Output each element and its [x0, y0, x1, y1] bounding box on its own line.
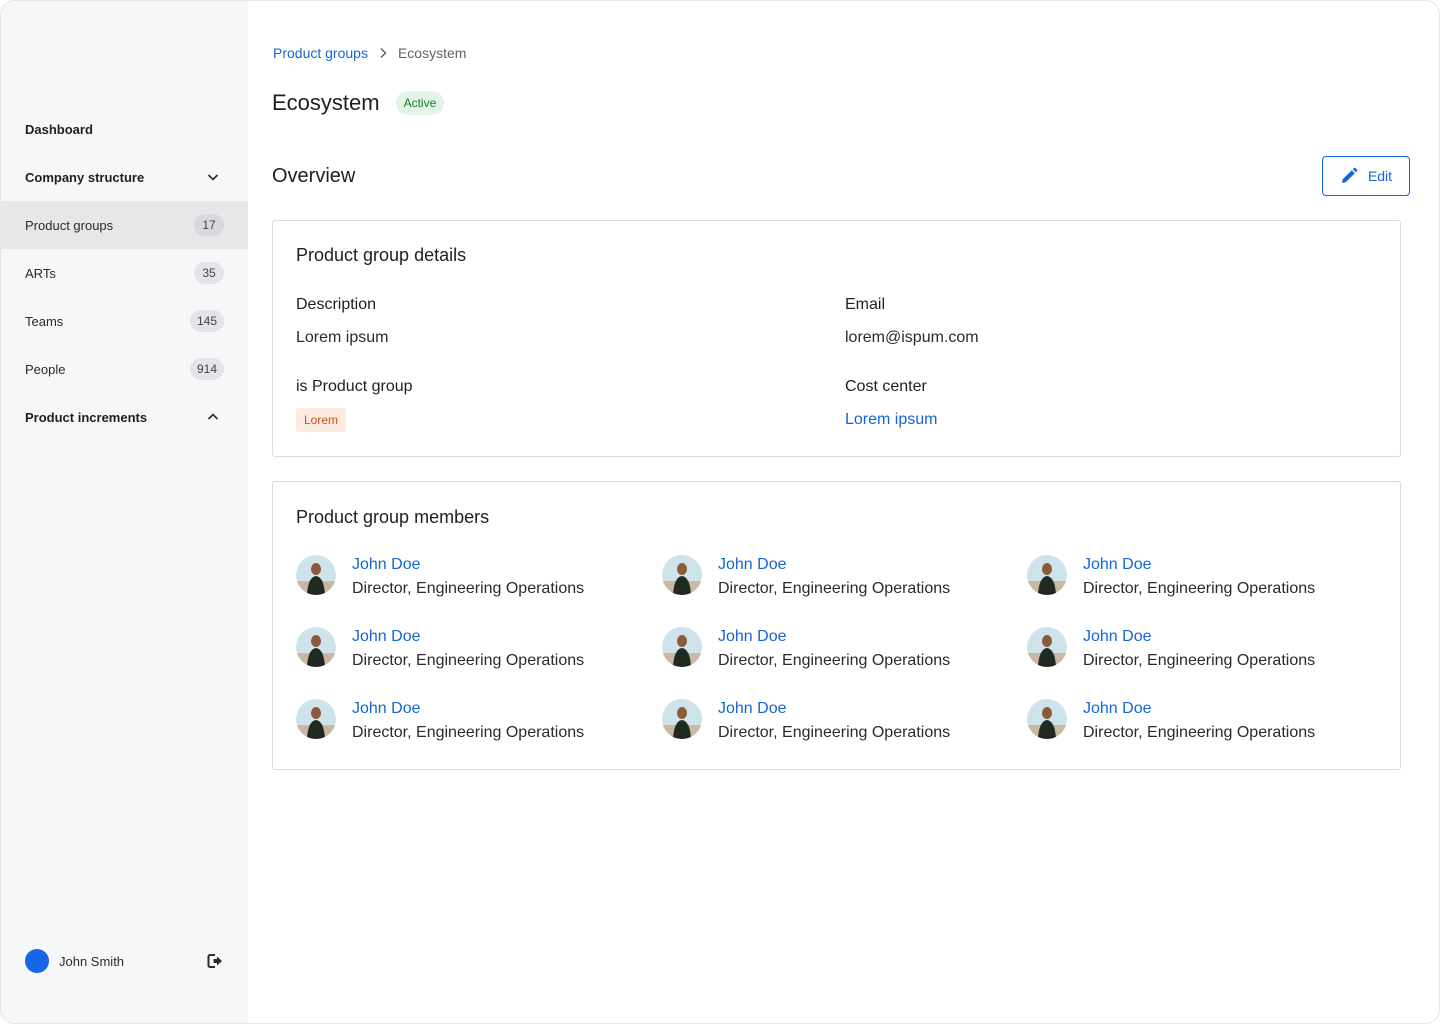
email-value: lorem@ispum.com — [845, 329, 979, 346]
count-badge: 914 — [189, 358, 224, 380]
email-label: Email — [845, 296, 886, 313]
chevron-right-icon — [380, 47, 387, 59]
edit-button[interactable]: Edit — [1322, 156, 1410, 196]
member-text: John Doe Director, Engineering Operations — [352, 627, 584, 675]
description-value: Lorem ipsum — [296, 329, 389, 346]
cost-center-label: Cost center — [845, 378, 927, 395]
avatar — [1027, 627, 1067, 667]
card-title: Product group details — [296, 245, 467, 265]
member-role: Director, Engineering Operations — [718, 652, 951, 669]
member-item: John Doe Director, Engineering Operations — [1027, 699, 1367, 747]
pencil-icon — [1341, 167, 1358, 183]
count-badge: 17 — [194, 214, 224, 236]
sidebar: Dashboard Company structure Product grou… — [1, 1, 248, 1023]
count-badge: 35 — [194, 262, 224, 284]
member-text: John Doe Director, Engineering Operations — [718, 627, 950, 675]
member-role: Director, Engineering Operations — [1083, 724, 1316, 741]
member-role: Director, Engineering Operations — [718, 724, 951, 741]
member-text: John Doe Director, Engineering Operations — [1083, 627, 1315, 675]
sidebar-item-teams[interactable]: Teams 145 — [1, 297, 248, 345]
sidebar-item-label: ARTs — [25, 265, 56, 281]
member-item: John Doe Director, Engineering Operations — [662, 555, 1002, 603]
card-title: Product group members — [296, 507, 490, 527]
member-name-link[interactable]: John Doe — [1083, 699, 1315, 719]
sidebar-item-label: Dashboard — [25, 121, 93, 137]
cost-center-link[interactable]: Lorem ipsum — [845, 411, 937, 429]
logout-icon[interactable] — [206, 952, 224, 970]
member-role: Director, Engineering Operations — [352, 724, 585, 741]
member-name-link[interactable]: John Doe — [352, 555, 584, 575]
member-text: John Doe Director, Engineering Operations — [352, 699, 584, 747]
member-item: John Doe Director, Engineering Operations — [662, 699, 1002, 747]
member-item: John Doe Director, Engineering Operations — [662, 627, 1002, 675]
member-item: John Doe Director, Engineering Operations — [1027, 555, 1367, 603]
member-text: John Doe Director, Engineering Operations — [352, 555, 584, 603]
avatar — [1027, 699, 1067, 739]
sidebar-item-label: Product groups — [25, 217, 114, 233]
member-item: John Doe Director, Engineering Operations — [296, 627, 636, 675]
product-group-details-card: Product group details Description Lorem … — [272, 220, 1401, 457]
overview-title: Overview — [272, 165, 356, 187]
member-role: Director, Engineering Operations — [352, 580, 585, 597]
avatar — [296, 699, 336, 739]
count-badge: 145 — [189, 310, 224, 332]
avatar — [296, 555, 336, 595]
sidebar-item-arts[interactable]: ARTs 35 — [1, 249, 248, 297]
member-name-link[interactable]: John Doe — [352, 699, 584, 719]
member-name-link[interactable]: John Doe — [1083, 555, 1315, 575]
member-text: John Doe Director, Engineering Operations — [718, 555, 950, 603]
member-item: John Doe Director, Engineering Operations — [1027, 627, 1367, 675]
chevron-up-icon[interactable] — [206, 410, 220, 424]
page-header: Ecosystem Active — [272, 89, 445, 117]
is-product-group-label: is Product group — [296, 378, 413, 395]
edit-button-label: Edit — [1367, 168, 1393, 184]
sidebar-item-label: People — [25, 361, 66, 377]
member-role: Director, Engineering Operations — [1083, 652, 1316, 669]
product-group-members-card: Product group members John Doe Director, … — [272, 481, 1401, 770]
member-name-link[interactable]: John Doe — [718, 699, 950, 719]
member-text: John Doe Director, Engineering Operations — [1083, 699, 1315, 747]
page-title: Ecosystem — [272, 90, 380, 115]
member-text: John Doe Director, Engineering Operations — [718, 699, 950, 747]
avatar — [662, 627, 702, 667]
avatar — [662, 699, 702, 739]
member-name-link[interactable]: John Doe — [718, 555, 950, 575]
avatar — [25, 949, 49, 973]
sidebar-item-product-increments[interactable]: Product increments — [1, 393, 248, 441]
member-name-link[interactable]: John Doe — [1083, 627, 1315, 647]
member-role: Director, Engineering Operations — [718, 580, 951, 597]
is-product-group-tag: Lorem — [296, 408, 347, 432]
sidebar-item-dashboard[interactable]: Dashboard — [1, 105, 248, 153]
member-role: Director, Engineering Operations — [352, 652, 585, 669]
member-text: John Doe Director, Engineering Operations — [1083, 555, 1315, 603]
sidebar-item-product-groups[interactable]: Product groups 17 — [1, 201, 248, 249]
member-item: John Doe Director, Engineering Operations — [296, 699, 636, 747]
sidebar-item-label: Teams — [25, 313, 64, 329]
member-item: John Doe Director, Engineering Operations — [296, 555, 636, 603]
chevron-down-icon[interactable] — [206, 170, 220, 184]
sidebar-item-label: Company structure — [25, 169, 145, 185]
breadcrumb-link-product-groups[interactable]: Product groups — [273, 45, 368, 61]
user-profile[interactable]: John Smith — [25, 949, 224, 973]
member-name-link[interactable]: John Doe — [718, 627, 950, 647]
user-name: John Smith — [59, 953, 125, 969]
avatar — [662, 555, 702, 595]
sidebar-item-label: Product increments — [25, 409, 148, 425]
status-badge: Active — [395, 91, 445, 115]
member-name-link[interactable]: John Doe — [352, 627, 584, 647]
avatar — [1027, 555, 1067, 595]
sidebar-item-company-structure[interactable]: Company structure — [1, 153, 248, 201]
app-window: Dashboard Company structure Product grou… — [0, 0, 1440, 1024]
breadcrumb: Product groups Ecosystem — [273, 44, 466, 62]
sidebar-item-people[interactable]: People 914 — [1, 345, 248, 393]
breadcrumb-current: Ecosystem — [397, 45, 467, 61]
member-role: Director, Engineering Operations — [1083, 580, 1316, 597]
description-label: Description — [296, 296, 377, 313]
avatar — [296, 627, 336, 667]
